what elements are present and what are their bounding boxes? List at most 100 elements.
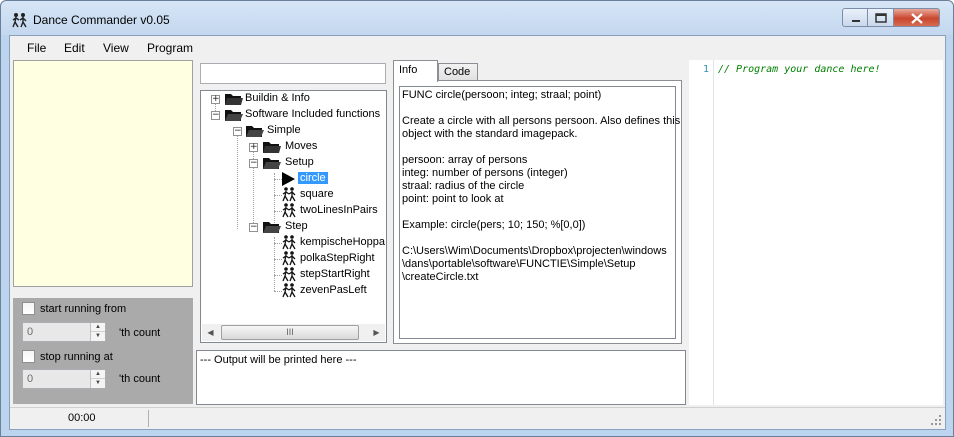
tree-node-kempischehoppa[interactable]: kempischeHoppa bbox=[201, 235, 386, 251]
dancers-icon bbox=[282, 187, 296, 202]
tree-node-software-included[interactable]: − Software Included functions bbox=[201, 107, 386, 123]
info-line: C:\Users\Wim\Documents\Dropbox\projecten… bbox=[402, 245, 667, 257]
tree-node-label: polkaStepRight bbox=[300, 252, 375, 264]
close-icon bbox=[911, 13, 923, 24]
info-line: FUNC circle(persoon; integ; straal; poin… bbox=[402, 89, 602, 101]
menu-file[interactable]: File bbox=[27, 41, 46, 55]
tree-node-label: circle bbox=[298, 172, 328, 184]
title-bar[interactable]: Dance Commander v0.05 bbox=[1, 1, 953, 35]
spin-down-icon[interactable]: ▼ bbox=[91, 332, 105, 341]
tree-node-square[interactable]: square bbox=[201, 187, 386, 203]
run-controls-panel: start running from 0 ▲ ▼ 'th count stop … bbox=[13, 298, 193, 404]
tree-node-label: stepStartRight bbox=[300, 268, 370, 280]
info-line: object with the standard imagepack. bbox=[402, 128, 578, 140]
play-arrow-icon bbox=[282, 172, 295, 186]
tab-code[interactable]: Code bbox=[438, 63, 478, 80]
dancers-icon bbox=[282, 235, 296, 250]
info-line bbox=[402, 232, 673, 245]
expand-icon[interactable]: + bbox=[211, 95, 220, 104]
function-info-text[interactable]: FUNC circle(persoon; integ; straal; poin… bbox=[399, 86, 681, 339]
start-count-suffix: 'th count bbox=[119, 327, 161, 339]
tree-node-label: Setup bbox=[285, 156, 314, 168]
client-area: File Edit View Program start running fro… bbox=[9, 35, 946, 430]
maximize-button[interactable] bbox=[868, 8, 894, 27]
status-time: 00:00 bbox=[68, 412, 96, 424]
stage-preview[interactable] bbox=[13, 60, 193, 287]
collapse-icon[interactable]: − bbox=[211, 111, 220, 120]
output-console[interactable]: --- Output will be printed here --- bbox=[196, 350, 686, 405]
tree-node-polkastepright[interactable]: polkaStepRight bbox=[201, 251, 386, 267]
menu-edit[interactable]: Edit bbox=[64, 41, 85, 55]
start-count-spin-buttons: ▲ ▼ bbox=[90, 323, 105, 341]
tree-node-moves[interactable]: + Moves bbox=[201, 139, 386, 155]
open-folder-icon bbox=[246, 126, 264, 137]
open-folder-icon bbox=[263, 158, 281, 169]
info-line: \dans\portable\software\FUNCTIE\Simple\S… bbox=[402, 258, 636, 270]
tab-info[interactable]: Info bbox=[393, 60, 438, 82]
start-count-stepper[interactable]: 0 ▲ ▼ bbox=[22, 322, 106, 342]
tree-node-label: zevenPasLeft bbox=[300, 284, 367, 296]
start-running-checkbox[interactable] bbox=[22, 302, 35, 315]
minimize-button[interactable] bbox=[842, 8, 868, 27]
close-button[interactable] bbox=[894, 8, 940, 27]
tree-node-buildin-info[interactable]: + Buildin & Info bbox=[201, 91, 386, 107]
tree-node-stepstartright[interactable]: stepStartRight bbox=[201, 267, 386, 283]
status-bar: 00:00 bbox=[10, 407, 945, 429]
stop-count-stepper[interactable]: 0 ▲ ▼ bbox=[22, 369, 106, 389]
tree-node-simple[interactable]: − Simple bbox=[201, 123, 386, 139]
tree-node-label: Moves bbox=[285, 140, 318, 152]
expand-icon[interactable]: + bbox=[249, 143, 258, 152]
dancers-app-icon bbox=[12, 13, 27, 28]
collapse-icon[interactable]: − bbox=[233, 127, 242, 136]
info-tab-panel: FUNC circle(persoon; integ; straal; poin… bbox=[393, 80, 682, 344]
folder-icon bbox=[225, 94, 243, 105]
menu-program[interactable]: Program bbox=[147, 41, 193, 55]
stop-running-checkbox[interactable] bbox=[22, 350, 35, 363]
start-count-value: 0 bbox=[27, 326, 34, 338]
tree-node-label: Software Included functions bbox=[245, 108, 381, 120]
app-window: Dance Commander v0.05 File Edit View Pro… bbox=[0, 0, 954, 437]
status-separator bbox=[148, 410, 149, 427]
dancers-icon bbox=[282, 251, 296, 266]
spin-up-icon[interactable]: ▲ bbox=[91, 323, 105, 332]
scroll-thumb[interactable]: III bbox=[221, 325, 359, 340]
info-line: persoon: array of persons bbox=[402, 154, 528, 166]
line-number: 1 bbox=[702, 64, 709, 75]
scroll-left-icon[interactable]: ◀ bbox=[202, 324, 219, 341]
collapse-icon[interactable]: − bbox=[249, 159, 258, 168]
tree-node-label: Step bbox=[285, 220, 308, 232]
stop-count-value: 0 bbox=[27, 373, 34, 385]
open-folder-icon bbox=[225, 110, 243, 121]
info-line bbox=[402, 102, 673, 115]
menu-view[interactable]: View bbox=[103, 41, 129, 55]
function-search-input[interactable] bbox=[200, 63, 386, 84]
scroll-right-icon[interactable]: ▶ bbox=[368, 324, 385, 341]
maximize-icon bbox=[875, 13, 887, 23]
info-line bbox=[402, 141, 673, 154]
info-line: Example: circle(pers; 10; 150; %[0,0]) bbox=[402, 219, 586, 231]
function-tree[interactable]: + Buildin & Info − Software Included fun… bbox=[200, 90, 387, 343]
tree-node-label: Buildin & Info bbox=[245, 92, 310, 104]
tree-node-zevenpasleft[interactable]: zevenPasLeft bbox=[201, 283, 386, 299]
tree-horizontal-scrollbar[interactable]: ◀ III ▶ bbox=[202, 324, 385, 341]
tree-node-setup[interactable]: − Setup bbox=[201, 155, 386, 171]
spin-up-icon[interactable]: ▲ bbox=[91, 370, 105, 379]
tree-node-step[interactable]: − Step bbox=[201, 219, 386, 235]
info-line: \createCircle.txt bbox=[402, 271, 479, 283]
collapse-icon[interactable]: − bbox=[249, 223, 258, 232]
tree-node-label: kempischeHoppa bbox=[300, 236, 385, 248]
resize-grip-icon[interactable] bbox=[931, 415, 942, 426]
code-line[interactable]: // Program your dance here! bbox=[718, 64, 881, 75]
output-text: --- Output will be printed here --- bbox=[200, 354, 357, 366]
spin-down-icon[interactable]: ▼ bbox=[91, 379, 105, 388]
stop-count-suffix: 'th count bbox=[119, 373, 161, 385]
dancers-icon bbox=[282, 283, 296, 298]
info-line bbox=[402, 206, 673, 219]
info-line: Create a circle with all persons persoon… bbox=[402, 115, 681, 127]
folder-icon bbox=[263, 142, 281, 153]
stop-running-label: stop running at bbox=[40, 351, 113, 363]
code-editor[interactable]: 1 // Program your dance here! bbox=[689, 60, 943, 405]
tree-node-circle[interactable]: circle bbox=[201, 171, 386, 187]
stop-count-spin-buttons: ▲ ▼ bbox=[90, 370, 105, 388]
tree-node-twolinesinpairs[interactable]: twoLinesInPairs bbox=[201, 203, 386, 219]
